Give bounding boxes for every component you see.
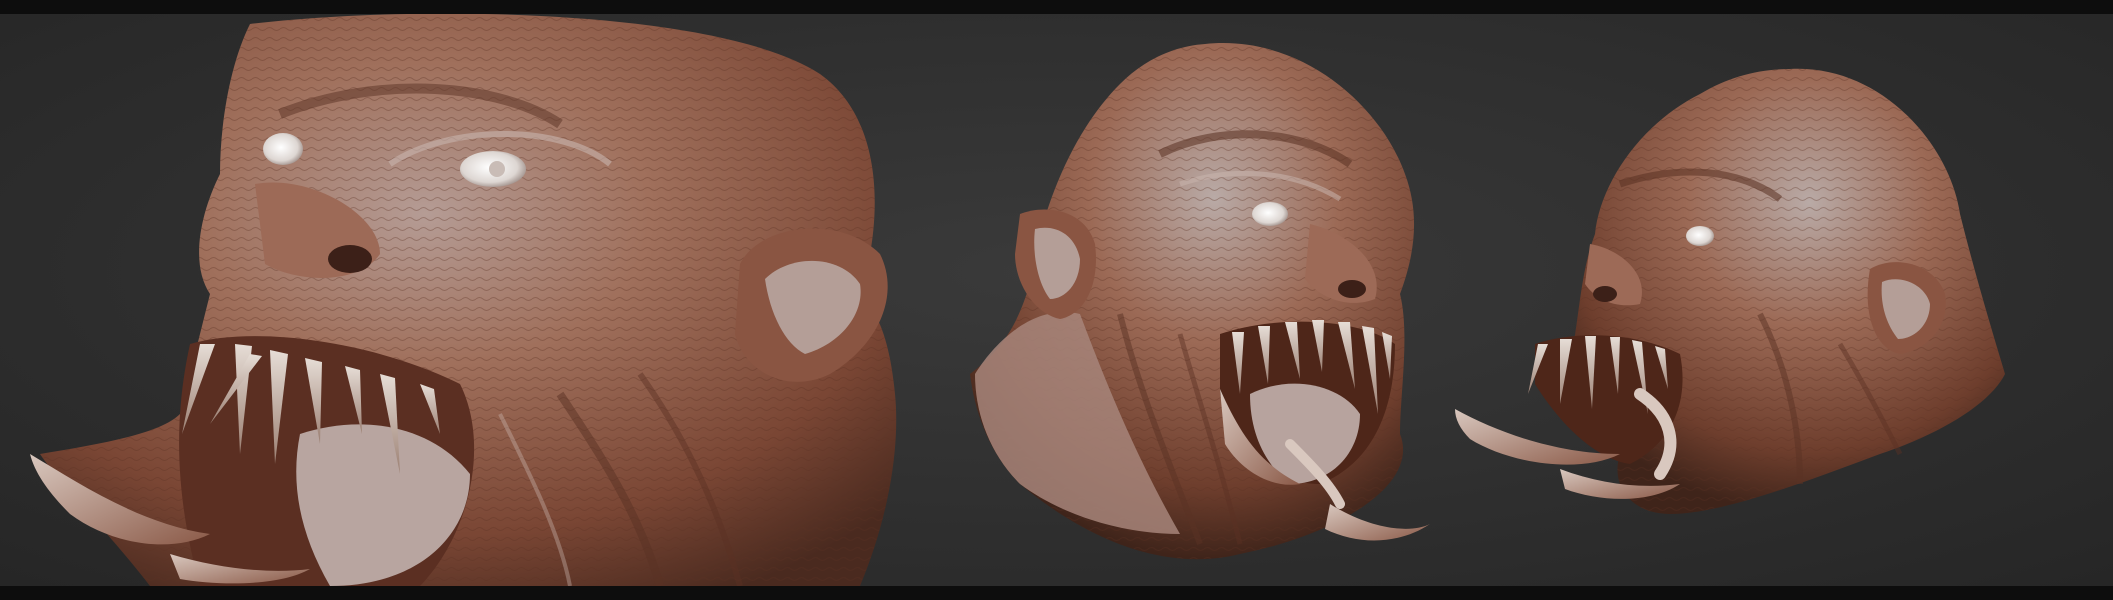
screenshot-frame xyxy=(0,0,2113,600)
creature-head-right-profile xyxy=(1455,68,2005,515)
sculpt-render xyxy=(30,14,2005,586)
render-viewport xyxy=(0,14,2113,586)
creature-head-center-threequarter xyxy=(970,43,1430,560)
creature-head-left-closeup xyxy=(30,14,897,586)
